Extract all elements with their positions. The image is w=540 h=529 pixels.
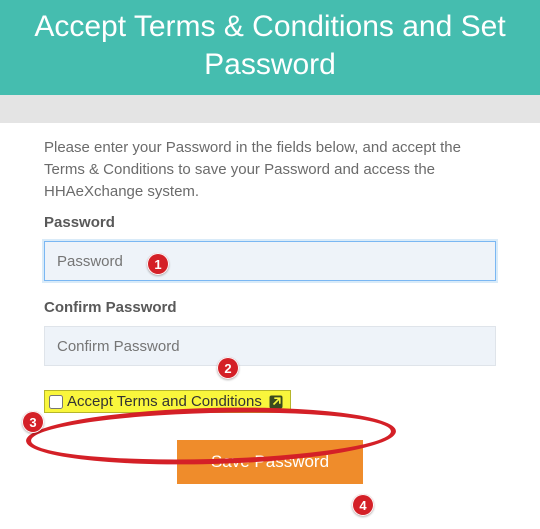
terms-highlight: Accept Terms and Conditions <box>44 390 291 413</box>
confirm-password-label: Confirm Password <box>44 299 496 316</box>
page-title: Accept Terms & Conditions and Set Passwo… <box>24 8 516 83</box>
page-header: Accept Terms & Conditions and Set Passwo… <box>0 0 540 95</box>
password-field-wrap <box>44 241 496 281</box>
confirm-password-field-wrap <box>44 326 496 366</box>
button-row: Save Password <box>44 440 496 484</box>
header-divider <box>0 95 540 123</box>
callout-badge-2: 2 <box>217 357 239 379</box>
password-input[interactable] <box>44 241 496 281</box>
callout-badge-1: 1 <box>147 253 169 275</box>
save-password-button[interactable]: Save Password <box>177 440 363 484</box>
terms-row: Accept Terms and Conditions <box>44 388 496 420</box>
external-link-icon[interactable] <box>268 394 284 410</box>
intro-text: Please enter your Password in the fields… <box>44 137 496 202</box>
password-label: Password <box>44 214 496 231</box>
confirm-password-input[interactable] <box>44 326 496 366</box>
callout-badge-4: 4 <box>352 494 374 516</box>
callout-badge-3: 3 <box>22 411 44 433</box>
terms-checkbox[interactable] <box>49 395 63 409</box>
content-area: Please enter your Password in the fields… <box>0 123 540 484</box>
terms-checkbox-label: Accept Terms and Conditions <box>67 393 262 410</box>
